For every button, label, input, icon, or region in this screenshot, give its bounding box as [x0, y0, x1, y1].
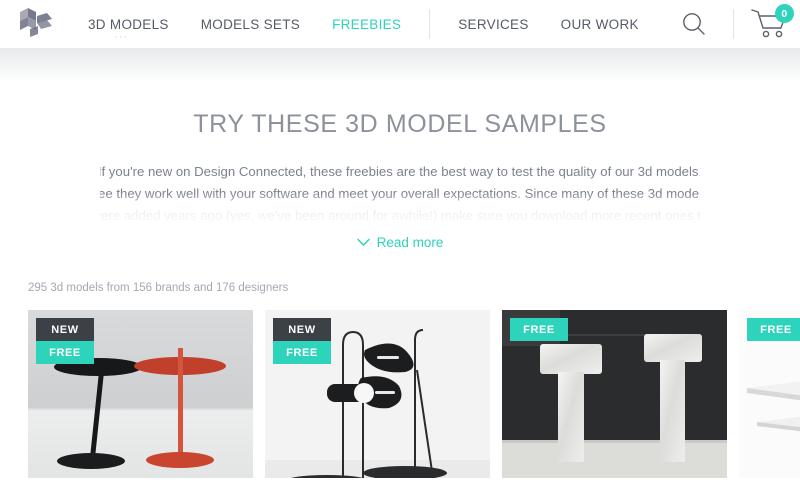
cart-count-badge: 0 [774, 4, 794, 23]
site-header: 3D MODELS MODELS SETS FREEBIES SERVICES … [0, 0, 800, 48]
badge-free: FREE [747, 318, 800, 341]
read-more-button[interactable]: Read more [356, 235, 444, 250]
card-table-lamps[interactable]: NEW FREE [265, 310, 490, 478]
card-badges: FREE [747, 318, 800, 341]
nav-item-3d-models[interactable]: 3D MODELS [88, 0, 169, 48]
nav-label: MODELS SETS [200, 16, 301, 32]
header-actions: 0 [671, 0, 800, 48]
nav-label: SERVICES [458, 16, 529, 32]
nav-item-freebies[interactable]: FREEBIES [332, 0, 401, 48]
hero-description: If you're new on Design Connected, these… [100, 164, 700, 223]
hero-description-container: If you're new on Design Connected, these… [100, 161, 700, 227]
header-divider [732, 9, 734, 39]
nav-item-our-work[interactable]: OUR WORK [561, 0, 639, 48]
main-nav: 3D MODELS MODELS SETS FREEBIES SERVICES … [88, 0, 671, 48]
badge-free: FREE [36, 341, 94, 364]
badge-new: NEW [273, 318, 331, 341]
card-white-shelf[interactable]: FREE [739, 310, 800, 478]
nav-item-services[interactable]: SERVICES [458, 0, 528, 48]
badge-free: FREE [510, 318, 568, 341]
badge-new: NEW [36, 318, 94, 341]
nav-label: FREEBIES [332, 16, 402, 32]
badge-free: FREE [273, 341, 331, 364]
card-badges: FREE [510, 318, 568, 341]
model-card-grid: NEW FREE NEW FREE FREE FREE [0, 310, 800, 478]
design-connected-logo[interactable] [8, 0, 62, 48]
card-badges: NEW FREE [36, 318, 94, 364]
card-side-tables[interactable]: NEW FREE [28, 310, 253, 478]
page-title: TRY THESE 3D MODEL SAMPLES [193, 110, 607, 138]
search-icon [682, 13, 705, 35]
nav-label: 3D MODELS [88, 16, 169, 32]
chevron-down-icon [356, 238, 370, 246]
nav-divider [429, 9, 431, 39]
card-marble-floor-lamps[interactable]: FREE [502, 310, 727, 478]
cart-button[interactable]: 0 [750, 4, 794, 41]
nav-item-models-sets[interactable]: MODELS SETS [201, 0, 300, 48]
card-badges: NEW FREE [273, 318, 331, 364]
read-more-label: Read more [376, 235, 444, 250]
results-count: 295 3d models from 156 brands and 176 de… [28, 282, 289, 294]
hero-section: TRY THESE 3D MODEL SAMPLES If you're new… [0, 48, 800, 252]
logo-glyph [20, 8, 52, 37]
nav-label: OUR WORK [560, 16, 639, 32]
search-button[interactable] [671, 0, 717, 48]
